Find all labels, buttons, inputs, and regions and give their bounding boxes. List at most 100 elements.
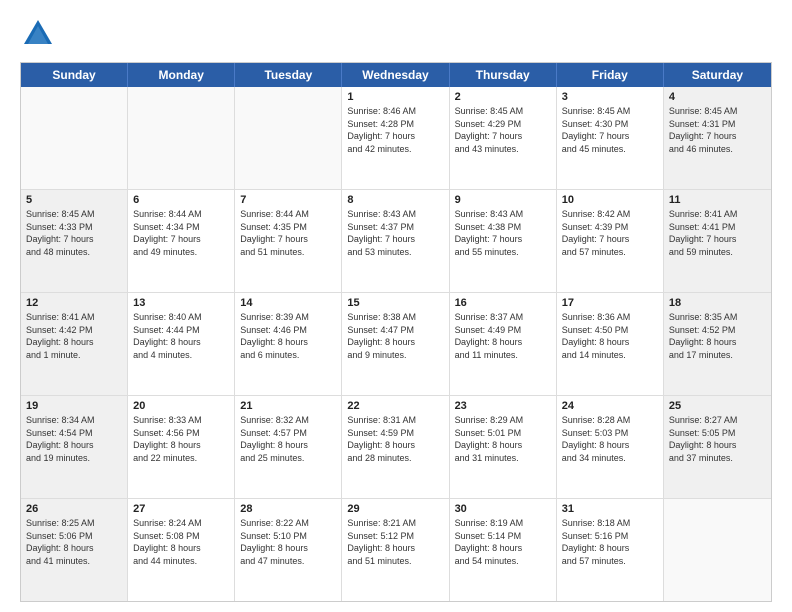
day-number: 22 bbox=[347, 400, 443, 412]
calendar-day-22: 22 Sunrise: 8:31 AM Sunset: 4:59 PM Dayli… bbox=[342, 396, 449, 498]
day-number: 25 bbox=[669, 400, 766, 412]
calendar-day-1: 1 Sunrise: 8:46 AM Sunset: 4:28 PM Daylig… bbox=[342, 87, 449, 189]
day-info: Sunrise: 8:22 AM Sunset: 5:10 PM Dayligh… bbox=[240, 517, 336, 567]
calendar-day-17: 17 Sunrise: 8:36 AM Sunset: 4:50 PM Dayli… bbox=[557, 293, 664, 395]
day-info: Sunrise: 8:34 AM Sunset: 4:54 PM Dayligh… bbox=[26, 414, 122, 464]
day-number: 28 bbox=[240, 503, 336, 515]
day-info: Sunrise: 8:33 AM Sunset: 4:56 PM Dayligh… bbox=[133, 414, 229, 464]
day-number: 6 bbox=[133, 194, 229, 206]
day-info: Sunrise: 8:44 AM Sunset: 4:35 PM Dayligh… bbox=[240, 208, 336, 258]
day-info: Sunrise: 8:45 AM Sunset: 4:31 PM Dayligh… bbox=[669, 105, 766, 155]
header-day-thursday: Thursday bbox=[450, 63, 557, 87]
day-info: Sunrise: 8:29 AM Sunset: 5:01 PM Dayligh… bbox=[455, 414, 551, 464]
day-info: Sunrise: 8:41 AM Sunset: 4:41 PM Dayligh… bbox=[669, 208, 766, 258]
day-number: 7 bbox=[240, 194, 336, 206]
day-number: 15 bbox=[347, 297, 443, 309]
calendar-day-9: 9Sunrise: 8:43 AM Sunset: 4:38 PM Daylig… bbox=[450, 190, 557, 292]
day-info: Sunrise: 8:27 AM Sunset: 5:05 PM Dayligh… bbox=[669, 414, 766, 464]
day-info: Sunrise: 8:40 AM Sunset: 4:44 PM Dayligh… bbox=[133, 311, 229, 361]
calendar: SundayMondayTuesdayWednesdayThursdayFrid… bbox=[20, 62, 772, 602]
day-number: 16 bbox=[455, 297, 551, 309]
day-number: 9 bbox=[455, 194, 551, 206]
calendar-day-27: 27 Sunrise: 8:24 AM Sunset: 5:08 PM Dayli… bbox=[128, 499, 235, 601]
day-number: 30 bbox=[455, 503, 551, 515]
calendar-empty-cell bbox=[128, 87, 235, 189]
calendar-day-29: 29 Sunrise: 8:21 AM Sunset: 5:12 PM Dayli… bbox=[342, 499, 449, 601]
day-info: Sunrise: 8:21 AM Sunset: 5:12 PM Dayligh… bbox=[347, 517, 443, 567]
calendar-day-13: 13Sunrise: 8:40 AM Sunset: 4:44 PM Dayli… bbox=[128, 293, 235, 395]
calendar-day-30: 30 Sunrise: 8:19 AM Sunset: 5:14 PM Dayli… bbox=[450, 499, 557, 601]
calendar-header-row: SundayMondayTuesdayWednesdayThursdayFrid… bbox=[21, 63, 771, 87]
calendar-day-26: 26Sunrise: 8:25 AM Sunset: 5:06 PM Dayli… bbox=[21, 499, 128, 601]
calendar-day-6: 6 Sunrise: 8:44 AM Sunset: 4:34 PM Daylig… bbox=[128, 190, 235, 292]
day-number: 4 bbox=[669, 91, 766, 103]
logo bbox=[20, 16, 60, 52]
calendar-day-3: 3 Sunrise: 8:45 AM Sunset: 4:30 PM Daylig… bbox=[557, 87, 664, 189]
calendar-day-15: 15 Sunrise: 8:38 AM Sunset: 4:47 PM Dayli… bbox=[342, 293, 449, 395]
calendar-day-4: 4 Sunrise: 8:45 AM Sunset: 4:31 PM Daylig… bbox=[664, 87, 771, 189]
day-number: 2 bbox=[455, 91, 551, 103]
calendar-day-10: 10Sunrise: 8:42 AM Sunset: 4:39 PM Dayli… bbox=[557, 190, 664, 292]
calendar-day-16: 16Sunrise: 8:37 AM Sunset: 4:49 PM Dayli… bbox=[450, 293, 557, 395]
calendar-day-19: 19 Sunrise: 8:34 AM Sunset: 4:54 PM Dayli… bbox=[21, 396, 128, 498]
calendar-day-12: 12Sunrise: 8:41 AM Sunset: 4:42 PM Dayli… bbox=[21, 293, 128, 395]
calendar-week-3: 19 Sunrise: 8:34 AM Sunset: 4:54 PM Dayli… bbox=[21, 396, 771, 499]
day-info: Sunrise: 8:46 AM Sunset: 4:28 PM Dayligh… bbox=[347, 105, 443, 155]
calendar-day-24: 24 Sunrise: 8:28 AM Sunset: 5:03 PM Dayli… bbox=[557, 396, 664, 498]
calendar-day-18: 18Sunrise: 8:35 AM Sunset: 4:52 PM Dayli… bbox=[664, 293, 771, 395]
header-day-wednesday: Wednesday bbox=[342, 63, 449, 87]
day-info: Sunrise: 8:39 AM Sunset: 4:46 PM Dayligh… bbox=[240, 311, 336, 361]
day-info: Sunrise: 8:45 AM Sunset: 4:30 PM Dayligh… bbox=[562, 105, 658, 155]
day-number: 5 bbox=[26, 194, 122, 206]
calendar-week-1: 5 Sunrise: 8:45 AM Sunset: 4:33 PM Daylig… bbox=[21, 190, 771, 293]
calendar-day-8: 8 Sunrise: 8:43 AM Sunset: 4:37 PM Daylig… bbox=[342, 190, 449, 292]
calendar-day-2: 2Sunrise: 8:45 AM Sunset: 4:29 PM Daylig… bbox=[450, 87, 557, 189]
calendar-day-31: 31Sunrise: 8:18 AM Sunset: 5:16 PM Dayli… bbox=[557, 499, 664, 601]
header-day-saturday: Saturday bbox=[664, 63, 771, 87]
day-number: 3 bbox=[562, 91, 658, 103]
calendar-day-7: 7 Sunrise: 8:44 AM Sunset: 4:35 PM Daylig… bbox=[235, 190, 342, 292]
header-day-friday: Friday bbox=[557, 63, 664, 87]
day-number: 29 bbox=[347, 503, 443, 515]
logo-icon bbox=[20, 16, 56, 52]
header-day-monday: Monday bbox=[128, 63, 235, 87]
day-number: 17 bbox=[562, 297, 658, 309]
day-info: Sunrise: 8:19 AM Sunset: 5:14 PM Dayligh… bbox=[455, 517, 551, 567]
calendar-day-28: 28 Sunrise: 8:22 AM Sunset: 5:10 PM Dayli… bbox=[235, 499, 342, 601]
day-number: 26 bbox=[26, 503, 122, 515]
calendar-day-14: 14 Sunrise: 8:39 AM Sunset: 4:46 PM Dayli… bbox=[235, 293, 342, 395]
day-number: 18 bbox=[669, 297, 766, 309]
calendar-day-5: 5 Sunrise: 8:45 AM Sunset: 4:33 PM Daylig… bbox=[21, 190, 128, 292]
day-info: Sunrise: 8:36 AM Sunset: 4:50 PM Dayligh… bbox=[562, 311, 658, 361]
day-info: Sunrise: 8:31 AM Sunset: 4:59 PM Dayligh… bbox=[347, 414, 443, 464]
day-number: 8 bbox=[347, 194, 443, 206]
day-number: 24 bbox=[562, 400, 658, 412]
calendar-empty-cell bbox=[235, 87, 342, 189]
day-number: 10 bbox=[562, 194, 658, 206]
day-info: Sunrise: 8:18 AM Sunset: 5:16 PM Dayligh… bbox=[562, 517, 658, 567]
day-number: 11 bbox=[669, 194, 766, 206]
calendar-week-4: 26Sunrise: 8:25 AM Sunset: 5:06 PM Dayli… bbox=[21, 499, 771, 601]
day-number: 19 bbox=[26, 400, 122, 412]
day-info: Sunrise: 8:24 AM Sunset: 5:08 PM Dayligh… bbox=[133, 517, 229, 567]
day-number: 14 bbox=[240, 297, 336, 309]
header-day-tuesday: Tuesday bbox=[235, 63, 342, 87]
calendar-body: 1 Sunrise: 8:46 AM Sunset: 4:28 PM Daylig… bbox=[21, 87, 771, 601]
calendar-empty-cell bbox=[664, 499, 771, 601]
day-number: 1 bbox=[347, 91, 443, 103]
calendar-day-25: 25 Sunrise: 8:27 AM Sunset: 5:05 PM Dayli… bbox=[664, 396, 771, 498]
day-info: Sunrise: 8:44 AM Sunset: 4:34 PM Dayligh… bbox=[133, 208, 229, 258]
day-number: 20 bbox=[133, 400, 229, 412]
day-info: Sunrise: 8:28 AM Sunset: 5:03 PM Dayligh… bbox=[562, 414, 658, 464]
day-info: Sunrise: 8:38 AM Sunset: 4:47 PM Dayligh… bbox=[347, 311, 443, 361]
day-info: Sunrise: 8:43 AM Sunset: 4:37 PM Dayligh… bbox=[347, 208, 443, 258]
day-number: 12 bbox=[26, 297, 122, 309]
header-day-sunday: Sunday bbox=[21, 63, 128, 87]
day-info: Sunrise: 8:45 AM Sunset: 4:33 PM Dayligh… bbox=[26, 208, 122, 258]
day-number: 27 bbox=[133, 503, 229, 515]
day-number: 23 bbox=[455, 400, 551, 412]
calendar-day-23: 23 Sunrise: 8:29 AM Sunset: 5:01 PM Dayli… bbox=[450, 396, 557, 498]
calendar-empty-cell bbox=[21, 87, 128, 189]
calendar-day-21: 21Sunrise: 8:32 AM Sunset: 4:57 PM Dayli… bbox=[235, 396, 342, 498]
calendar-day-20: 20 Sunrise: 8:33 AM Sunset: 4:56 PM Dayli… bbox=[128, 396, 235, 498]
